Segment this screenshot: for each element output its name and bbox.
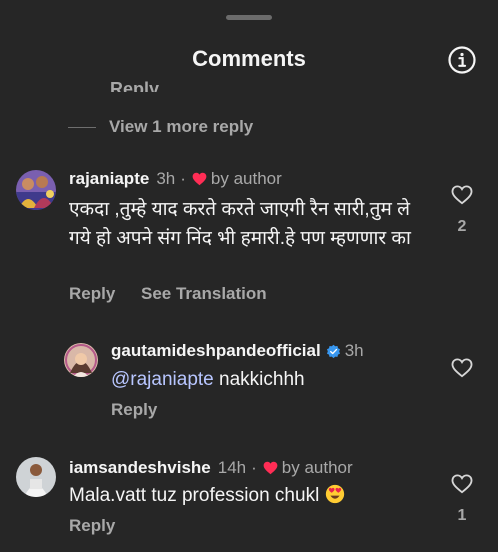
comment-meta: iamsandeshvishe 14h · by author [69, 458, 353, 478]
comment-body: Mala.vatt tuz profession chukl [69, 485, 320, 506]
timestamp: 14h [217, 458, 247, 477]
username[interactable]: gautamideshpandeofficial [111, 341, 321, 361]
reply-button[interactable]: Reply [111, 400, 157, 420]
reply-button[interactable]: Reply [69, 284, 115, 304]
like-count: 2 [457, 218, 467, 235]
comment-body: nakkichhh [213, 369, 305, 390]
like-heart-icon[interactable] [451, 358, 473, 378]
divider [68, 126, 96, 128]
author-badge: by author [210, 169, 282, 188]
author-heart-icon [192, 172, 207, 186]
comment-meta: gautamideshpandeofficial 3h [111, 341, 364, 361]
separator: · [251, 458, 257, 477]
avatar[interactable] [64, 343, 98, 377]
comment-text: Mala.vatt tuz profession chukl [69, 481, 429, 510]
view-more-replies-label: View 1 more reply [109, 117, 254, 136]
username[interactable]: rajaniapte [69, 169, 149, 189]
author-badge: by author [281, 458, 353, 477]
separator: · [180, 169, 186, 188]
avatar[interactable] [16, 170, 56, 210]
like-heart-icon[interactable] [451, 185, 473, 205]
timestamp: 3h [156, 169, 176, 188]
verified-badge-icon [326, 344, 340, 358]
page-title: Comments [192, 46, 306, 71]
like-heart-icon[interactable] [451, 474, 473, 494]
heart-eyes-emoji-icon [326, 484, 345, 504]
clipped-reply-button[interactable]: Reply [110, 78, 159, 92]
author-heart-icon [263, 461, 278, 475]
comment-meta: rajaniapte 3h · by author [69, 169, 282, 189]
username[interactable]: iamsandeshvishe [69, 458, 211, 478]
drag-handle[interactable] [226, 15, 272, 20]
like-count: 1 [457, 507, 467, 524]
timestamp: 3h [344, 341, 364, 360]
comment-text: एकदा ,तुम्हे याद करते करते जाएगी रैन सार… [69, 199, 411, 249]
info-icon[interactable] [447, 45, 477, 75]
reply-button[interactable]: Reply [69, 516, 115, 536]
comment-text: @rajaniapte nakkichhh [111, 365, 411, 394]
view-more-replies-button[interactable]: View 1 more reply [68, 117, 253, 137]
mention-link[interactable]: @rajaniapte [111, 369, 214, 390]
comments-sheet: Comments Reply View 1 more reply rajania… [0, 0, 498, 552]
avatar[interactable] [16, 457, 56, 497]
see-translation-button[interactable]: See Translation [141, 284, 267, 304]
